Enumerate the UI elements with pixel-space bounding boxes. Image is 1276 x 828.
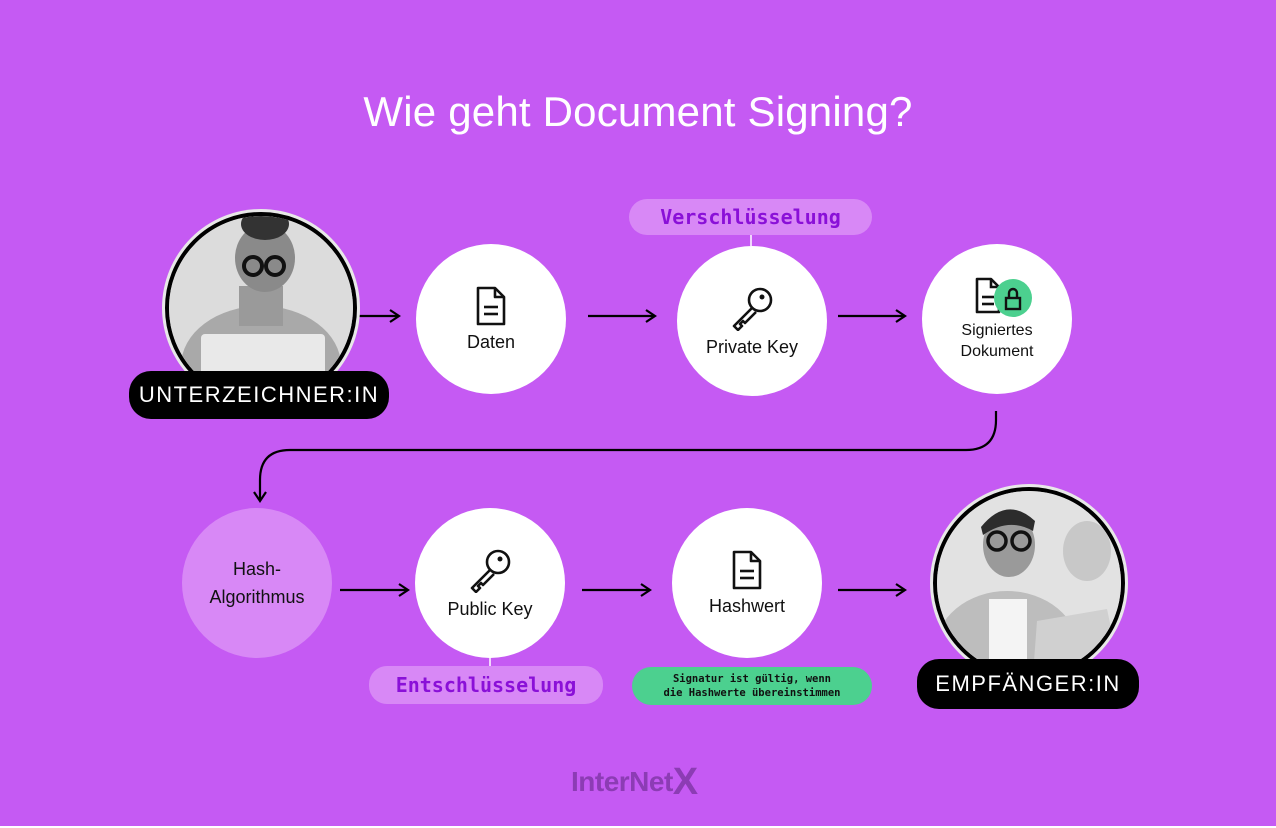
step-daten-label: Daten xyxy=(466,331,516,352)
step-hash-algorithm-label-line2: Algorithmus xyxy=(209,587,305,607)
logo-mark: X xyxy=(672,761,698,803)
internetx-logo: InterNetX xyxy=(571,758,698,803)
step-daten: Daten xyxy=(416,244,566,394)
decryption-tag: Entschlüsselung xyxy=(369,666,603,704)
validity-note-line2: die Hashwerte übereinstimmen xyxy=(663,687,841,699)
step-private-key: Private Key xyxy=(677,246,827,396)
step-hash-algorithm: Hash- Algorithmus xyxy=(182,508,332,658)
step-hash-algorithm-label-line1: Hash- xyxy=(232,559,281,579)
man-with-laptop-photo xyxy=(937,491,1121,675)
step-private-key-label: Private Key xyxy=(705,336,799,357)
validity-note-line1: Signatur ist gültig, wenn xyxy=(672,673,832,685)
document-icon xyxy=(476,286,506,325)
arrow-signed-doc-to-hash xyxy=(253,411,998,503)
encryption-tag: Verschlüsselung xyxy=(629,199,872,235)
step-hashwert: Hashwert xyxy=(672,508,822,658)
step-public-key-label: Public Key xyxy=(447,598,533,619)
signer-badge: UNTERZEICHNER:IN xyxy=(129,371,389,419)
document-icon xyxy=(732,550,762,589)
document-lock-icon xyxy=(975,277,1032,317)
key-icon xyxy=(732,287,773,331)
validity-note: Signatur ist gültig, wenn die Hashwerte … xyxy=(632,667,872,705)
recipient-avatar xyxy=(933,487,1125,679)
logo-text: InterNet xyxy=(571,766,673,797)
step-public-key: Public Key xyxy=(415,508,565,658)
recipient-badge: EMPFÄNGER:IN xyxy=(917,659,1139,709)
step-hashwert-label: Hashwert xyxy=(708,595,786,616)
step-signed-document-label-line2: Dokument xyxy=(960,343,1034,360)
step-signed-document: Signiertes Dokument xyxy=(922,244,1072,394)
step-signed-document-label-line1: Signiertes xyxy=(961,322,1033,339)
key-icon xyxy=(470,549,511,593)
